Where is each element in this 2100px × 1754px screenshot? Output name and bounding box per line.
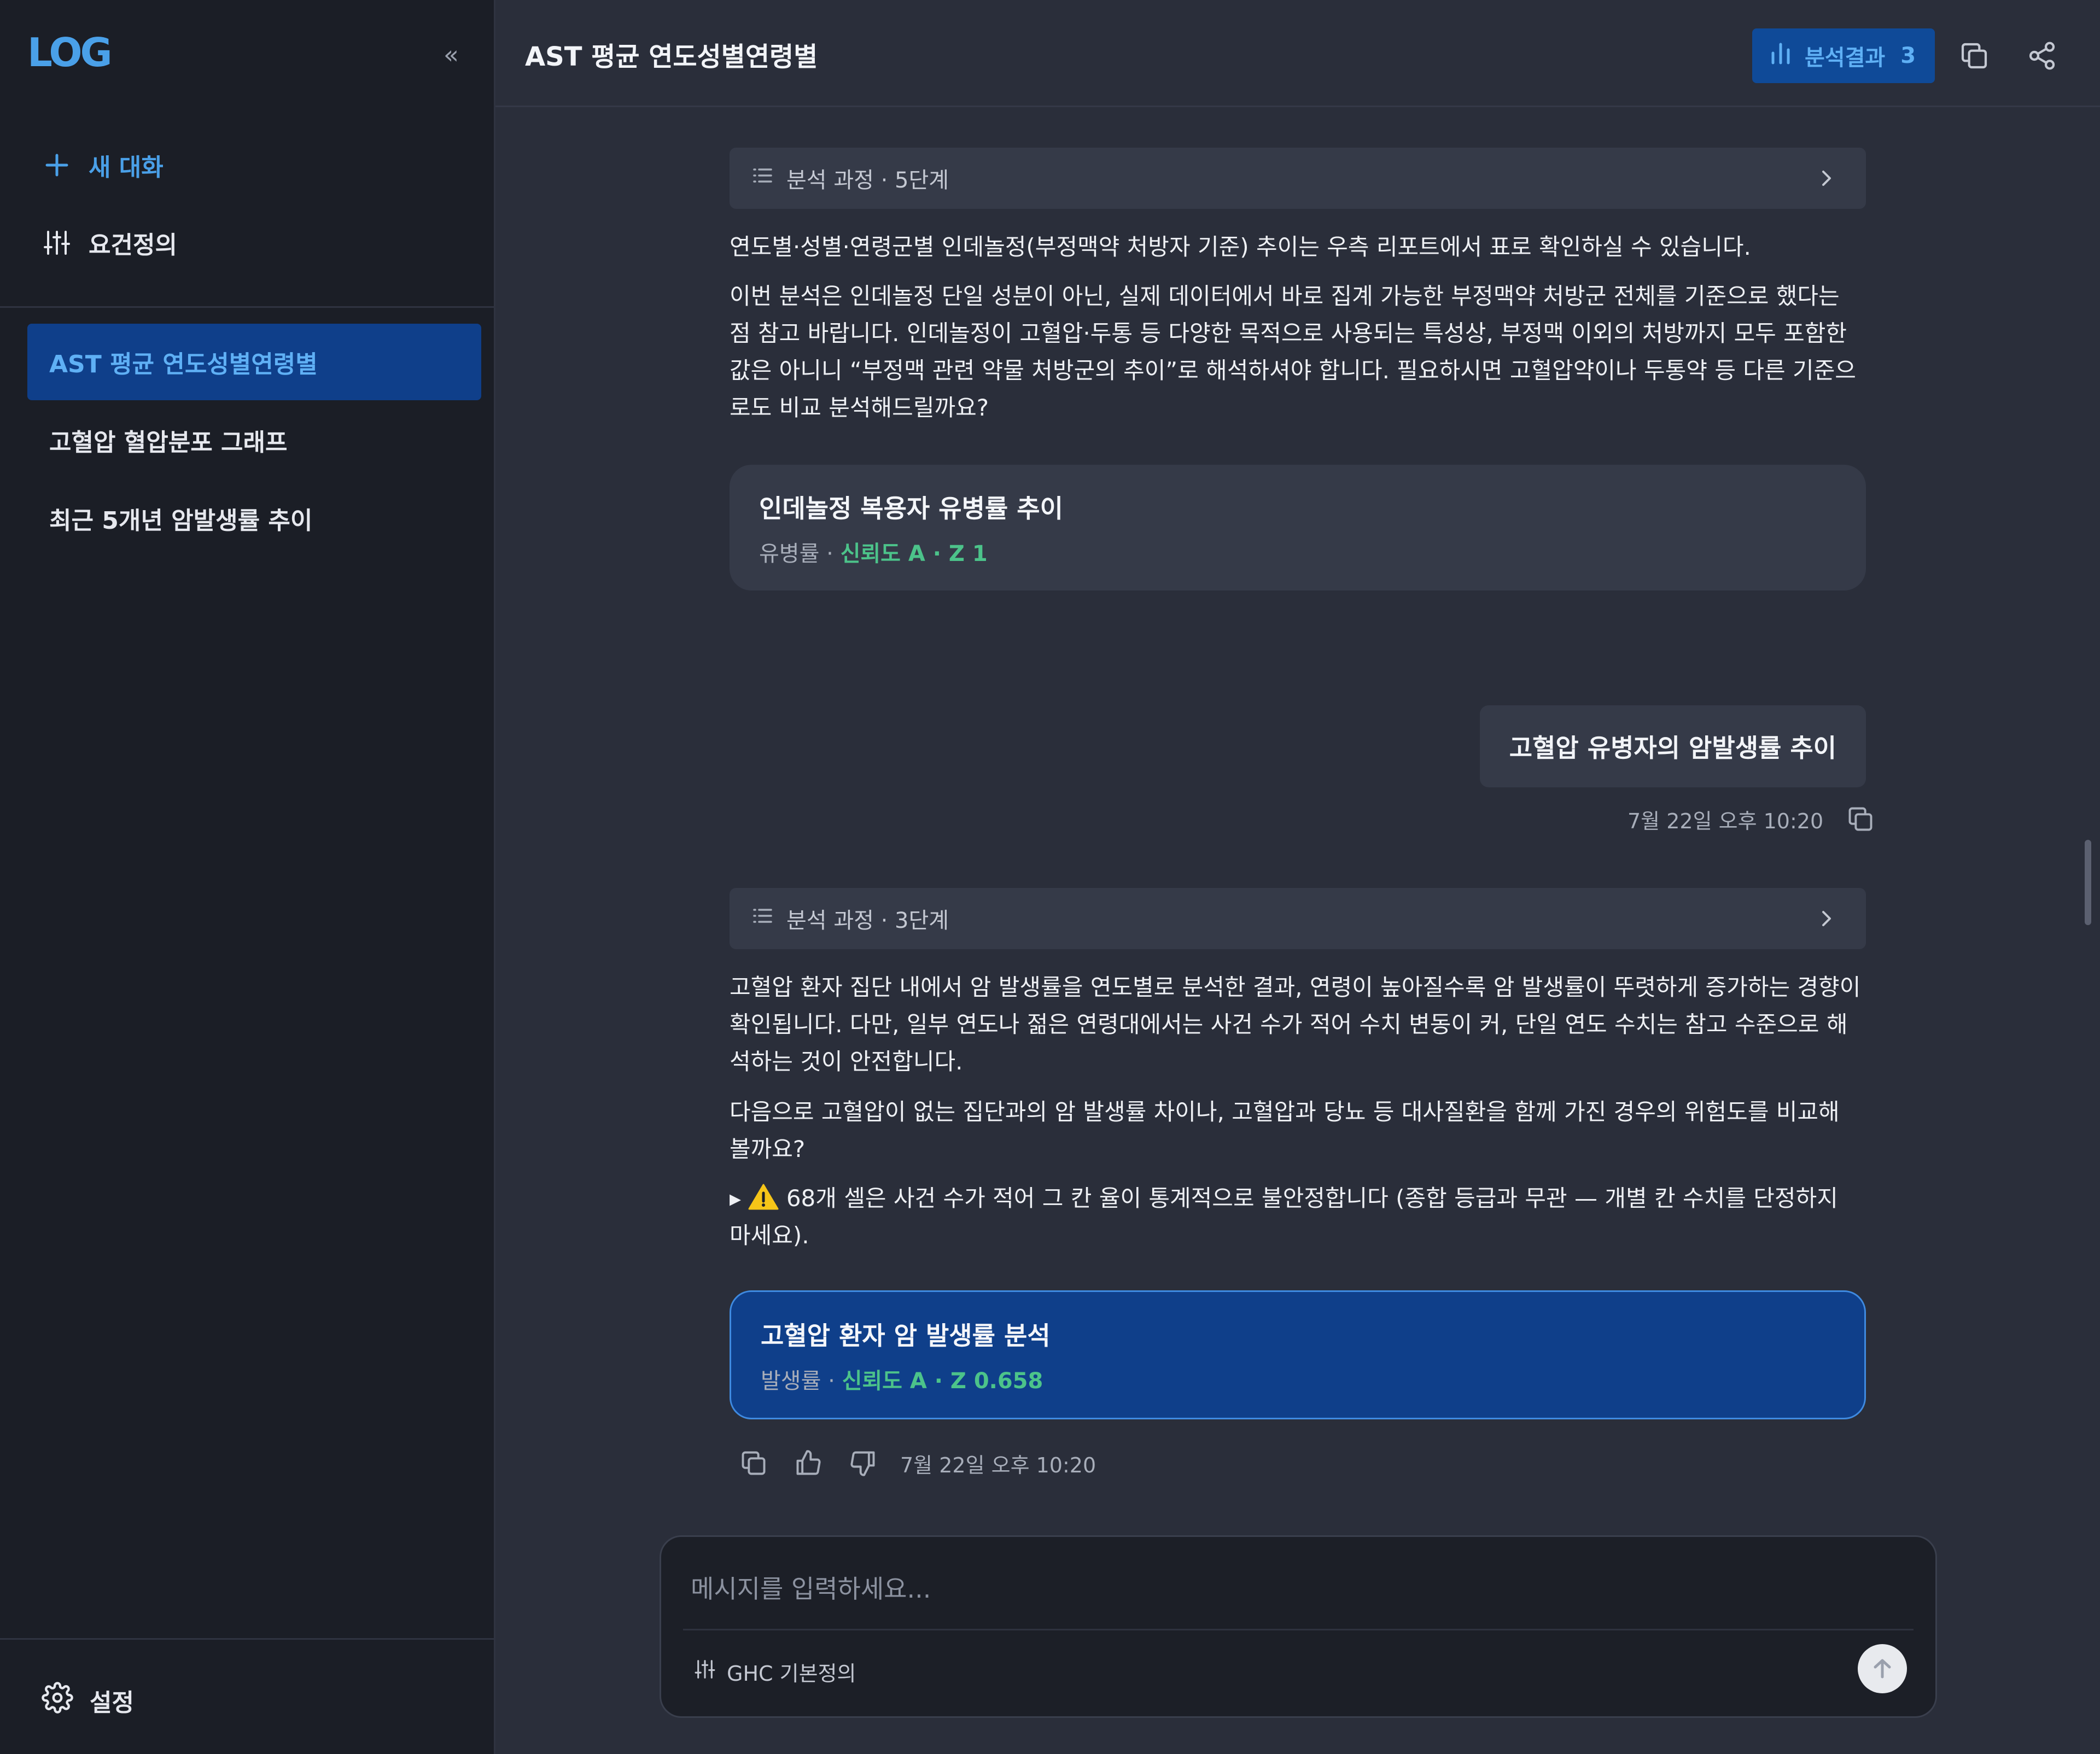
analysis-results-count: 3 xyxy=(1900,43,1916,68)
user-message-bubble: 고혈압 유병자의 암발생률 추이 xyxy=(1479,705,1866,787)
copy-icon xyxy=(1848,807,1872,831)
copy-conversation-button[interactable] xyxy=(1955,36,1994,75)
page-title: AST 평균 연도성별연령별 xyxy=(525,42,818,72)
result-card-title: 고혈압 환자 암 발생률 분석 xyxy=(761,1321,1051,1350)
sliders-icon xyxy=(42,227,72,258)
user-message-meta: 7월 22일 오후 10:20 xyxy=(1628,802,1878,837)
result-card-meta: 발생률 · 신뢰도 A · Z 0.658 xyxy=(761,1369,1043,1394)
conversation-item-ast[interactable]: AST 평균 연도성별연령별 xyxy=(27,324,481,400)
assistant-message-actions: 7월 22일 오후 10:20 xyxy=(736,1446,1096,1481)
arrow-up-icon xyxy=(1874,1659,1891,1679)
thumbs-up-icon xyxy=(796,1450,821,1475)
requirements-button[interactable]: 요건정의 xyxy=(42,221,177,265)
warning-bullet: ▸ xyxy=(730,1185,742,1212)
sliders-icon xyxy=(694,1658,716,1685)
plus-icon xyxy=(42,150,72,180)
result-card-cancer-incidence[interactable]: 고혈압 환자 암 발생률 분석 발생률 · 신뢰도 A · Z 0.658 xyxy=(730,1290,1866,1419)
analysis-results-button[interactable]: 분석결과 3 xyxy=(1752,28,1935,83)
copy-answer-button[interactable] xyxy=(736,1446,771,1481)
result-card-title: 인데놀정 복용자 유병률 추이 xyxy=(759,494,1063,523)
thumbs-up-button[interactable] xyxy=(791,1446,826,1481)
warning-text: 68개 셀은 사건 수가 적어 그 칸 율이 통계적으로 불안정합니다 (종합 … xyxy=(730,1185,1838,1249)
result-card-confidence: 신뢰도 A · Z 0.658 xyxy=(842,1369,1043,1394)
warning-icon xyxy=(748,1184,779,1210)
requirements-label: 요건정의 xyxy=(89,231,177,259)
chat-header: AST 평균 연도성별연령별 분석결과 3 xyxy=(495,0,2100,107)
conversation-item-cancer-incidence[interactable]: 최근 5개년 암발생률 추이 xyxy=(27,480,481,557)
chevron-right-icon xyxy=(1816,166,1838,196)
definition-preset-button[interactable]: GHC 기본정의 xyxy=(694,1650,856,1693)
assistant-message-text: 연도별·성별·연령군별 인데놀정(부정맥약 처방자 기준) 추이는 우측 리포트… xyxy=(730,233,1751,260)
sidebar: LOG « 새 대화 요건정의 AST 평균 연도성별연령별 고혈압 혈압분포 … xyxy=(0,0,495,1754)
new-chat-label: 새 대화 xyxy=(89,154,164,182)
analysis-process-label: 분석 과정 · 3단계 xyxy=(786,908,949,933)
analysis-results-label: 분석결과 xyxy=(1805,45,1886,71)
assistant-message-text: 고혈압 환자 집단 내에서 암 발생률을 연도별로 분석한 결과, 연령이 높아… xyxy=(730,974,1861,1075)
thumbs-down-button[interactable] xyxy=(845,1446,880,1481)
assistant-message-text: 이번 분석은 인데놀정 단일 성분이 아닌, 실제 데이터에서 바로 집계 가능… xyxy=(730,283,1856,421)
message-timestamp: 7월 22일 오후 10:20 xyxy=(900,1453,1096,1477)
conversation-item-hypertension-bp[interactable]: 고혈압 혈압분포 그래프 xyxy=(27,402,481,478)
copy-icon xyxy=(742,1451,766,1475)
new-chat-button[interactable]: 새 대화 xyxy=(42,143,164,187)
chevron-right-icon xyxy=(1816,907,1838,936)
result-card-indenol[interactable]: 인데놀정 복용자 유병률 추이 유병률 · 신뢰도 A · Z 1 xyxy=(730,465,1866,590)
app-logo[interactable]: LOG xyxy=(27,30,113,75)
settings-button[interactable]: 설정 xyxy=(42,1679,134,1722)
result-card-metric: 유병률 xyxy=(759,541,820,566)
small-cell-warning: ▸ 68개 셀은 사건 수가 적어 그 칸 율이 통계적으로 불안정합니다 (종… xyxy=(730,1180,1866,1254)
assistant-message-text: 다음으로 고혈압이 없는 집단과의 암 발생률 차이나, 고혈압과 당뇨 등 대… xyxy=(730,1098,1840,1162)
analysis-process-toggle-3[interactable]: 분석 과정 · 3단계 xyxy=(730,888,1866,949)
result-card-confidence: 신뢰도 A · Z 1 xyxy=(840,541,988,566)
send-button[interactable] xyxy=(1858,1644,1907,1693)
sidebar-bottom-divider xyxy=(0,1638,495,1640)
list-icon xyxy=(751,165,773,192)
analysis-process-toggle-5[interactable]: 분석 과정 · 5단계 xyxy=(730,148,1866,209)
result-card-meta: 유병률 · 신뢰도 A · Z 1 xyxy=(759,541,988,566)
message-input[interactable] xyxy=(691,1559,1894,1619)
sidebar-divider xyxy=(0,306,495,308)
chat-scrollbar[interactable] xyxy=(2085,840,2091,925)
share-icon xyxy=(2029,42,2055,70)
bar-chart-icon xyxy=(1769,41,1793,71)
copy-message-button[interactable] xyxy=(1843,802,1878,837)
result-card-metric: 발생률 xyxy=(761,1369,821,1394)
message-timestamp: 7월 22일 오후 10:20 xyxy=(1628,809,1824,833)
collapse-sidebar-button[interactable]: « xyxy=(438,38,465,71)
gear-icon xyxy=(42,1681,73,1720)
share-button[interactable] xyxy=(2022,36,2062,75)
list-icon xyxy=(751,905,773,932)
settings-label: 설정 xyxy=(90,1689,134,1717)
thumbs-down-icon xyxy=(850,1451,875,1476)
analysis-process-label: 분석 과정 · 5단계 xyxy=(786,168,949,193)
composer-divider xyxy=(683,1629,1914,1630)
message-composer: GHC 기본정의 xyxy=(660,1535,1937,1718)
definition-preset-label: GHC 기본정의 xyxy=(727,1661,856,1686)
copy-icon xyxy=(1961,43,1987,69)
